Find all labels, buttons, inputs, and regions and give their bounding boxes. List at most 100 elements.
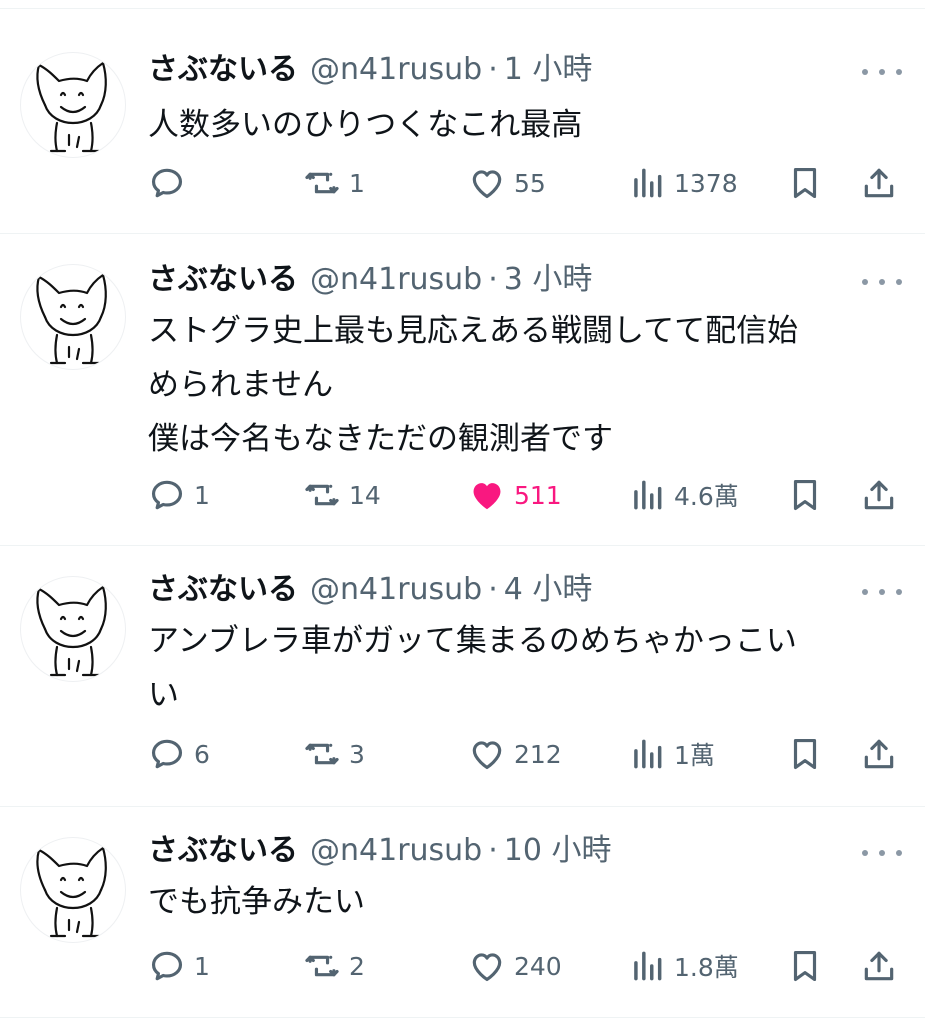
views-button[interactable]: 1萬 — [628, 729, 715, 779]
views-button[interactable]: 4.6萬 — [628, 470, 739, 520]
tweet-header: さぶないる @n41rusub · 10 小時 — [148, 831, 612, 871]
tweet-text: アンブレラ車がガッて集まるのめちゃかっこい い — [148, 614, 908, 722]
tweet-text: でも抗争みたい — [148, 875, 908, 929]
top-divider — [0, 8, 925, 9]
display-name[interactable]: さぶないる — [148, 260, 298, 300]
share-button[interactable] — [860, 729, 898, 779]
views-count: 1.8萬 — [674, 953, 739, 982]
views-count: 1萬 — [674, 741, 715, 770]
share-button[interactable] — [860, 941, 898, 991]
reply-icon — [148, 947, 186, 985]
retweet-button[interactable]: 14 — [303, 470, 381, 520]
bookmark-button[interactable] — [786, 470, 824, 520]
share-icon — [860, 947, 898, 985]
tweet-text-line: められません — [148, 367, 334, 403]
like-count: 212 — [514, 739, 562, 769]
tweet-header: さぶないる @n41rusub · 1 小時 — [148, 50, 592, 90]
tweet-text-line: い — [148, 677, 179, 713]
retweet-button[interactable]: 3 — [303, 729, 365, 779]
reply-button[interactable] — [148, 158, 194, 208]
bookmark-icon — [786, 947, 824, 985]
like-button[interactable]: 55 — [468, 158, 546, 208]
bookmark-button[interactable] — [786, 158, 824, 208]
views-button[interactable]: 1.8萬 — [628, 941, 739, 991]
retweet-count: 14 — [349, 480, 381, 510]
tweet[interactable]: さぶないる @n41rusub · 10 小時 でも抗争みたい 1 2 240 1.8… — [0, 807, 925, 1017]
avatar[interactable] — [20, 264, 126, 370]
avatar[interactable] — [20, 837, 126, 943]
display-name[interactable]: さぶないる — [148, 570, 298, 610]
bookmark-icon — [786, 735, 824, 773]
more-icon[interactable] — [862, 62, 902, 82]
more-icon[interactable] — [862, 582, 902, 602]
views-icon — [628, 164, 666, 202]
views-icon — [628, 476, 666, 514]
reply-icon — [148, 735, 186, 773]
action-bar: 1 14 511 4.6萬 — [0, 470, 925, 520]
reply-button[interactable]: 1 — [148, 470, 210, 520]
retweet-icon — [303, 735, 341, 773]
views-count: 4.6萬 — [674, 482, 739, 511]
like-icon — [468, 476, 506, 514]
share-button[interactable] — [860, 158, 898, 208]
retweet-icon — [303, 476, 341, 514]
timestamp[interactable]: 3 小時 — [504, 260, 593, 300]
cat-drawing-icon — [36, 61, 107, 153]
bottom-divider — [0, 1017, 925, 1018]
user-handle[interactable]: @n41rusub — [310, 831, 482, 871]
tweet-text-line: アンブレラ車がガッて集まるのめちゃかっこい — [148, 623, 797, 659]
tweet-text: ストグラ史上最も見応えある戦闘してて配信始 められません 僕は今名もなきただの観… — [148, 304, 908, 466]
bookmark-button[interactable] — [786, 729, 824, 779]
views-icon — [628, 947, 666, 985]
like-button[interactable]: 511 — [468, 470, 562, 520]
tweet[interactable]: さぶないる @n41rusub · 1 小時 人数多いのひりつくなこれ最高 1 5… — [0, 10, 925, 233]
like-count: 55 — [514, 168, 546, 198]
retweet-count: 1 — [349, 168, 365, 198]
like-icon — [468, 735, 506, 773]
like-icon — [468, 947, 506, 985]
share-button[interactable] — [860, 470, 898, 520]
bookmark-button[interactable] — [786, 941, 824, 991]
user-handle[interactable]: @n41rusub — [310, 50, 482, 90]
retweet-icon — [303, 164, 341, 202]
separator: · — [488, 262, 498, 297]
tweet-header: さぶないる @n41rusub · 3 小時 — [148, 260, 592, 300]
tweet-text-line: でも抗争みたい — [148, 884, 365, 920]
user-handle[interactable]: @n41rusub — [310, 570, 482, 610]
more-icon[interactable] — [862, 843, 902, 863]
tweet-text-line: ストグラ史上最も見応えある戦闘してて配信始 — [148, 313, 799, 349]
cat-drawing-icon — [36, 846, 107, 938]
reply-count: 6 — [194, 739, 210, 769]
retweet-count: 2 — [349, 951, 365, 981]
avatar[interactable] — [20, 576, 126, 682]
timestamp[interactable]: 1 小時 — [504, 50, 593, 90]
tweet-text-line: 僕は今名もなきただの観測者です — [148, 421, 613, 457]
bookmark-icon — [786, 476, 824, 514]
like-button[interactable]: 212 — [468, 729, 562, 779]
display-name[interactable]: さぶないる — [148, 50, 298, 90]
reply-button[interactable]: 1 — [148, 941, 210, 991]
retweet-button[interactable]: 1 — [303, 158, 365, 208]
action-bar: 1 55 1378 — [0, 158, 925, 208]
separator: · — [488, 52, 498, 87]
user-handle[interactable]: @n41rusub — [310, 260, 482, 300]
tweet[interactable]: さぶないる @n41rusub · 3 小時 ストグラ史上最も見応えある戦闘して… — [0, 234, 925, 544]
like-icon — [468, 164, 506, 202]
tweet-header: さぶないる @n41rusub · 4 小時 — [148, 570, 592, 610]
tweet[interactable]: さぶないる @n41rusub · 4 小時 アンブレラ車がガッて集まるのめちゃ… — [0, 546, 925, 806]
like-count: 240 — [514, 951, 562, 981]
retweet-button[interactable]: 2 — [303, 941, 365, 991]
reply-button[interactable]: 6 — [148, 729, 210, 779]
separator: · — [488, 572, 498, 607]
timestamp[interactable]: 4 小時 — [504, 570, 593, 610]
more-icon[interactable] — [862, 272, 902, 292]
share-icon — [860, 735, 898, 773]
views-button[interactable]: 1378 — [628, 158, 738, 208]
display-name[interactable]: さぶないる — [148, 831, 298, 871]
share-icon — [860, 164, 898, 202]
reply-icon — [148, 164, 186, 202]
cat-drawing-icon — [36, 585, 107, 677]
timestamp[interactable]: 10 小時 — [504, 831, 612, 871]
avatar[interactable] — [20, 52, 126, 158]
like-button[interactable]: 240 — [468, 941, 562, 991]
